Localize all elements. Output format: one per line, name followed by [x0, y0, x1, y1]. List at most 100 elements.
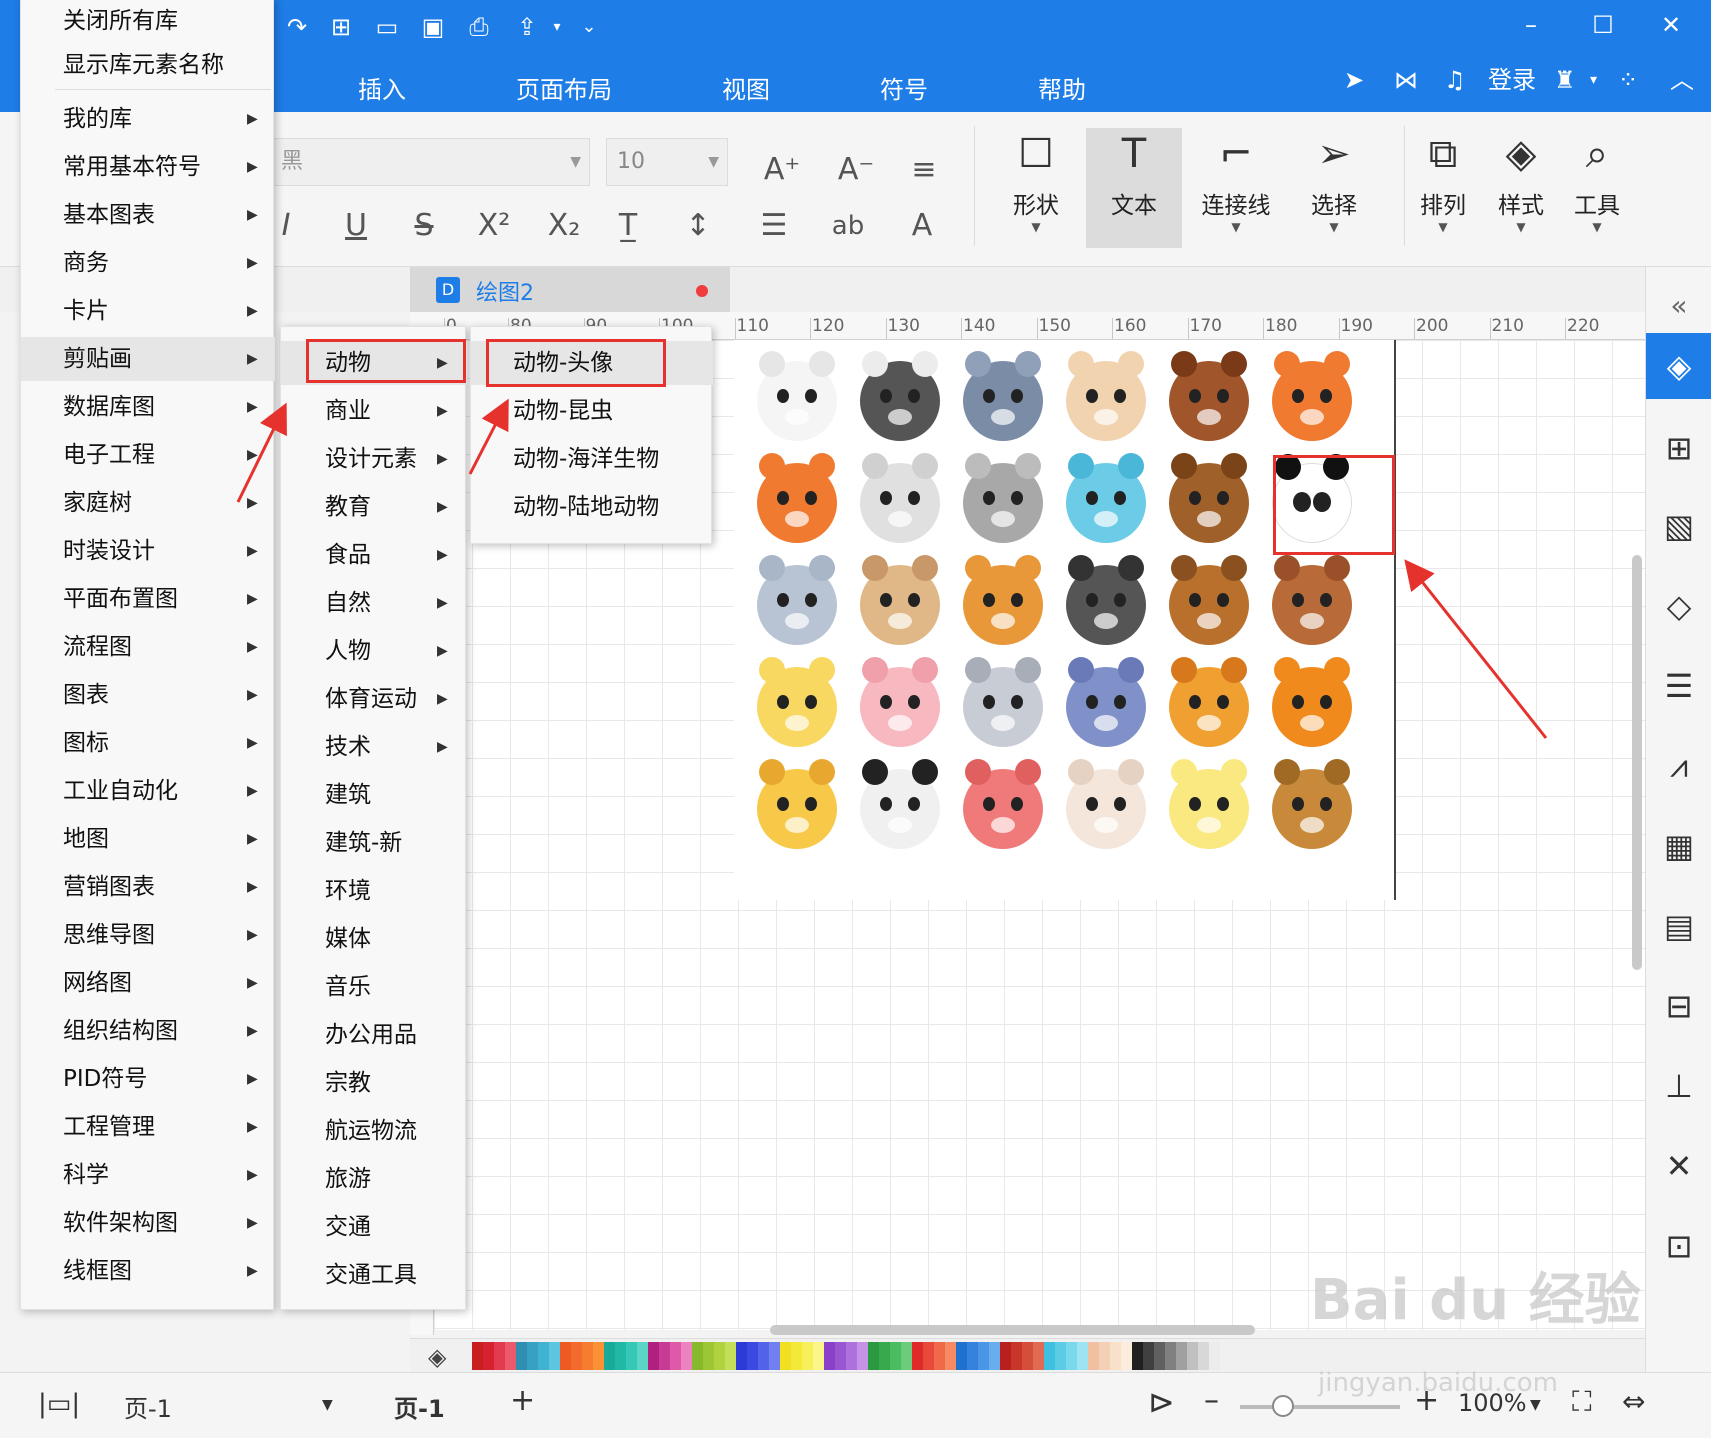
- color-swatch[interactable]: [791, 1342, 802, 1370]
- font-family-select[interactable]: 黑 ▼: [270, 138, 590, 186]
- select-tool-button[interactable]: ➢ 选择 ▼: [1286, 128, 1382, 248]
- animal-category-item[interactable]: 动物-昆虫: [471, 389, 713, 433]
- color-swatch[interactable]: [1077, 1342, 1088, 1370]
- library-category-item[interactable]: 地图 ▶: [21, 817, 275, 861]
- send-icon[interactable]: ➤: [1344, 64, 1364, 96]
- color-swatch[interactable]: [835, 1342, 846, 1370]
- color-swatch[interactable]: [868, 1342, 879, 1370]
- tab-symbol[interactable]: 符号: [880, 70, 928, 105]
- org-chart-icon[interactable]: ⊥: [1646, 1053, 1711, 1119]
- fill-color-icon[interactable]: ◈: [428, 1343, 446, 1371]
- text-format-icon[interactable]: T̲: [606, 204, 650, 248]
- library-category-item[interactable]: 时装设计 ▶: [21, 529, 275, 573]
- open-folder-icon[interactable]: ▭: [372, 12, 402, 42]
- clipart-category-item[interactable]: 媒体: [281, 917, 467, 961]
- color-swatch[interactable]: [747, 1342, 758, 1370]
- clipart-category-item[interactable]: 食品 ▶: [281, 533, 467, 577]
- color-swatch[interactable]: [560, 1342, 571, 1370]
- library-category-item[interactable]: 我的库 ▶: [21, 97, 275, 141]
- library-category-item[interactable]: 家庭树 ▶: [21, 481, 275, 525]
- color-swatch[interactable]: [989, 1342, 1000, 1370]
- color-swatch[interactable]: [890, 1342, 901, 1370]
- new-file-icon[interactable]: ⊞: [326, 12, 356, 42]
- color-swatch[interactable]: [1099, 1342, 1110, 1370]
- color-swatch[interactable]: [1187, 1342, 1198, 1370]
- tab-help[interactable]: 帮助: [1038, 70, 1086, 105]
- lion-avatar-icon[interactable]: [1154, 652, 1264, 762]
- color-swatch[interactable]: [1055, 1342, 1066, 1370]
- clipart-category-item[interactable]: 交通工具: [281, 1253, 467, 1297]
- color-swatch[interactable]: [978, 1342, 989, 1370]
- color-swatch[interactable]: [1022, 1342, 1033, 1370]
- clipart-category-item[interactable]: 人物 ▶: [281, 629, 467, 673]
- page-panel-icon[interactable]: |▭|: [38, 1389, 80, 1419]
- shirt-icon[interactable]: ♜: [1554, 64, 1576, 96]
- chick-avatar-icon[interactable]: [1154, 754, 1264, 864]
- hippo-avatar-icon[interactable]: [948, 346, 1058, 456]
- color-swatch[interactable]: [879, 1342, 890, 1370]
- save-icon[interactable]: ▣: [418, 12, 448, 42]
- color-swatch[interactable]: [1044, 1342, 1055, 1370]
- tab-insert[interactable]: 插入: [358, 70, 406, 105]
- color-swatch[interactable]: [769, 1342, 780, 1370]
- sheep-avatar-icon[interactable]: [845, 346, 955, 456]
- fit-page-icon[interactable]: ⛶: [1572, 1385, 1592, 1419]
- clipart-category-item[interactable]: 航运物流: [281, 1109, 467, 1153]
- color-swatch[interactable]: [593, 1342, 604, 1370]
- color-swatch[interactable]: [1209, 1342, 1220, 1370]
- library-category-item[interactable]: 科学 ▶: [21, 1153, 275, 1197]
- dog-avatar-icon[interactable]: [845, 550, 955, 660]
- zebra-avatar-icon[interactable]: [845, 754, 955, 864]
- image-icon[interactable]: ▧: [1646, 493, 1711, 559]
- giraffe-avatar-icon[interactable]: [742, 754, 852, 864]
- color-swatch[interactable]: [1088, 1342, 1099, 1370]
- koala-avatar-icon[interactable]: [948, 652, 1058, 762]
- mindmap-icon[interactable]: ✕: [1646, 1133, 1711, 1199]
- text-tool-button[interactable]: T 文本: [1086, 128, 1182, 248]
- pig-avatar-icon[interactable]: [845, 652, 955, 762]
- horizontal-scrollbar[interactable]: [770, 1325, 1255, 1335]
- page-tab[interactable]: 页-1: [394, 1389, 445, 1424]
- zoom-out-icon[interactable]: –: [1204, 1383, 1219, 1418]
- owl-avatar-icon[interactable]: [1257, 754, 1367, 864]
- color-swatch[interactable]: [1132, 1342, 1143, 1370]
- chevron-down-icon[interactable]: ▼: [1530, 1397, 1541, 1413]
- color-swatch[interactable]: [527, 1342, 538, 1370]
- color-swatch[interactable]: [725, 1342, 736, 1370]
- page-icon[interactable]: ☰: [1646, 653, 1711, 719]
- library-category-item[interactable]: 线框图 ▶: [21, 1249, 275, 1293]
- tab-view[interactable]: 视图: [722, 70, 770, 105]
- bell-icon[interactable]: ♫: [1444, 64, 1466, 96]
- color-swatch[interactable]: [945, 1342, 956, 1370]
- color-swatch[interactable]: [824, 1342, 835, 1370]
- color-swatch[interactable]: [571, 1342, 582, 1370]
- redo-icon[interactable]: ↷: [282, 12, 312, 42]
- export-dropdown-icon[interactable]: ▾: [542, 12, 572, 42]
- color-swatch[interactable]: [582, 1342, 593, 1370]
- clipart-category-item[interactable]: 旅游: [281, 1157, 467, 1201]
- rabbit-avatar-icon[interactable]: [1051, 346, 1161, 456]
- color-swatch[interactable]: [736, 1342, 747, 1370]
- animal-category-item[interactable]: 动物-陆地动物: [471, 485, 713, 529]
- apps-grid-icon[interactable]: ⁘: [1618, 64, 1638, 96]
- arrange-button[interactable]: ⧉ 排列 ▼: [1398, 128, 1488, 248]
- layers-icon[interactable]: ◇: [1646, 573, 1711, 639]
- dashboard-icon[interactable]: ▤: [1646, 893, 1711, 959]
- color-swatch[interactable]: [626, 1342, 637, 1370]
- mouse-avatar-icon[interactable]: [845, 448, 955, 558]
- tools-button[interactable]: ⌕ 工具 ▼: [1552, 128, 1642, 248]
- color-swatch[interactable]: [483, 1342, 494, 1370]
- color-swatch[interactable]: [472, 1342, 483, 1370]
- bullet-list-icon[interactable]: ☰: [752, 204, 796, 248]
- color-swatch[interactable]: [846, 1342, 857, 1370]
- vertical-scrollbar[interactable]: [1632, 555, 1642, 970]
- underline-icon[interactable]: U: [334, 204, 378, 248]
- color-swatch[interactable]: [923, 1342, 934, 1370]
- library-category-item[interactable]: 平面布置图 ▶: [21, 577, 275, 621]
- color-swatch[interactable]: [615, 1342, 626, 1370]
- clipart-category-item[interactable]: 音乐: [281, 965, 467, 1009]
- color-swatch[interactable]: [912, 1342, 923, 1370]
- fox-avatar-icon[interactable]: [742, 448, 852, 558]
- close-icon[interactable]: ✕: [1656, 10, 1686, 40]
- color-swatch[interactable]: [1154, 1342, 1165, 1370]
